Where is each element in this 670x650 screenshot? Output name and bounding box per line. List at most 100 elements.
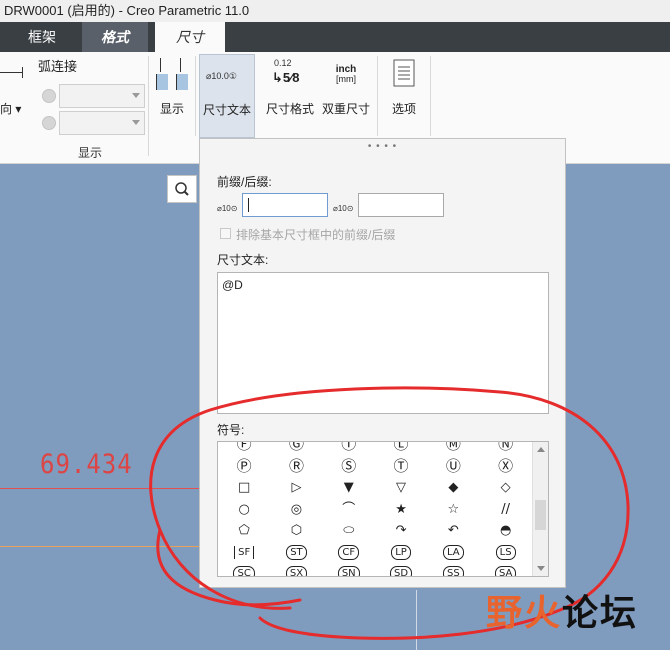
format-fraction-icon: ↳5⁄8 (272, 70, 300, 85)
symbol-triangle-down-filled[interactable]: ▼ (323, 477, 375, 499)
symbol-diamond[interactable]: ◇ (479, 477, 531, 499)
symbol-m[interactable]: Ⓜ (427, 442, 479, 456)
forum-watermark: 野火论坛 (486, 584, 638, 636)
symbol-concentric[interactable]: ◎ (270, 499, 322, 521)
symbol-l[interactable]: Ⓛ (375, 442, 427, 456)
dim-format-button-label: 尺寸格式 (265, 102, 314, 116)
symbol-sx-text: SX (285, 566, 308, 576)
options-button[interactable]: 选项 (384, 54, 424, 124)
tab-frame[interactable]: 框架 (18, 22, 66, 52)
symbol-sa-text: SA (494, 566, 517, 576)
symbol-sx[interactable]: SX (270, 563, 322, 576)
symbol-lp[interactable]: LP (375, 542, 427, 564)
chevron-down-icon (132, 93, 140, 98)
symbol-circle[interactable]: ○ (218, 499, 270, 521)
dual-dim-button[interactable]: inch [mm] 双重尺寸 (320, 54, 372, 124)
symbol-ss-text: SS (442, 566, 464, 576)
suffix-input[interactable] (358, 193, 444, 217)
symbol-ls-text: LS (495, 544, 516, 560)
symbol-f[interactable]: Ⓕ (218, 442, 270, 456)
symbol-sf[interactable]: SF (218, 542, 270, 564)
arc-combo-2[interactable] (59, 111, 145, 135)
symbol-p[interactable]: Ⓟ (218, 456, 270, 478)
symbol-square[interactable]: □ (218, 477, 270, 499)
dimension-line (0, 488, 199, 489)
direction-dropdown[interactable]: 向 ▾ (0, 100, 21, 117)
symbol-sd[interactable]: SD (375, 563, 427, 576)
symbol-sn-text: SN (337, 566, 360, 576)
radio-option-2[interactable] (42, 116, 56, 130)
symbol-arc[interactable]: ⌒ (323, 499, 375, 521)
scroll-thumb[interactable] (535, 500, 546, 530)
symbol-sc[interactable]: SC (218, 563, 270, 576)
arrow-style-icon[interactable] (0, 67, 23, 78)
ribbon-divider (195, 56, 196, 136)
symbol-star-filled[interactable]: ★ (375, 499, 427, 521)
options-button-label: 选项 (391, 102, 416, 116)
symbol-st-text: ST (286, 544, 307, 560)
symbol-ls[interactable]: LS (479, 542, 531, 564)
symbol-hexagon[interactable]: ⬡ (270, 520, 322, 542)
symbol-sa[interactable]: SA (479, 563, 531, 576)
prefix-suffix-label: 前缀/后缀: (217, 175, 272, 189)
symbol-i[interactable]: Ⓘ (323, 442, 375, 456)
symbol-st[interactable]: ST (270, 542, 322, 564)
extension-line (0, 546, 199, 547)
symbol-pentagon[interactable]: ⬠ (218, 520, 270, 542)
scroll-up-icon[interactable] (537, 447, 545, 452)
symbol-sn[interactable]: SN (323, 563, 375, 576)
arc-connect-label: 弧连接 (38, 59, 78, 74)
options-document-icon (393, 59, 415, 87)
format-decimal-icon: 0.12 (274, 58, 292, 68)
dim-text-button[interactable]: ⌀10.0① 尺寸文本 (199, 54, 255, 138)
symbol-cf-text: CF (338, 544, 360, 560)
symbol-t[interactable]: Ⓣ (375, 456, 427, 478)
exclude-checkbox[interactable] (220, 228, 231, 239)
dim-text-icon: ⌀10.0① (206, 71, 238, 81)
text-caret (248, 198, 249, 212)
symbol-g[interactable]: Ⓖ (270, 442, 322, 456)
prefix-icon: ⌀10⊙ (217, 204, 238, 213)
tab-dimension[interactable]: 尺寸 (155, 22, 225, 52)
display-button-label: 显示 (159, 102, 184, 116)
radio-option-1[interactable] (42, 89, 56, 103)
prefix-input[interactable] (242, 193, 328, 217)
symbol-lp-text: LP (391, 544, 411, 560)
symbol-ss[interactable]: SS (427, 563, 479, 576)
symbol-r[interactable]: Ⓡ (270, 456, 322, 478)
dim-text-field[interactable]: @D (217, 272, 549, 414)
mm-icon: [mm] (336, 74, 356, 84)
symbol-sf-text: SF (234, 545, 255, 559)
symbol-scrollbar[interactable] (532, 442, 548, 576)
symbol-cf[interactable]: CF (323, 542, 375, 564)
symbol-diamond-filled[interactable]: ◆ (427, 477, 479, 499)
symbol-triangle-right[interactable]: ▷ (270, 477, 322, 499)
arc-combo-1[interactable] (59, 84, 145, 108)
symbol-parallel[interactable]: // (479, 499, 531, 521)
dim-text-panel: • • • • 前缀/后缀: ⌀10⊙ ⌀10⊙ 排除基本尺寸框中的前缀/后缀 … (199, 138, 566, 588)
symbol-x[interactable]: Ⓧ (479, 456, 531, 478)
symbol-star[interactable]: ☆ (427, 499, 479, 521)
symbol-arrow-cw[interactable]: ↷ (375, 520, 427, 542)
zoom-button[interactable] (167, 175, 197, 203)
panel-grip[interactable]: • • • • (200, 141, 565, 152)
symbol-la[interactable]: LA (427, 542, 479, 564)
symbol-s[interactable]: Ⓢ (323, 456, 375, 478)
scroll-down-icon[interactable] (537, 566, 545, 571)
ribbon-divider (430, 56, 431, 136)
display-button[interactable]: 显示 (152, 54, 192, 124)
symbol-ellipse[interactable]: ⬭ (323, 520, 375, 542)
symbol-half-circle[interactable]: ◓ (479, 520, 531, 542)
symbol-u[interactable]: Ⓤ (427, 456, 479, 478)
dual-dim-button-label: 双重尺寸 (321, 102, 370, 116)
symbols-label: 符号: (217, 423, 245, 437)
format-fraction-text: 5⁄8 (282, 70, 300, 85)
dim-text-button-label: 尺寸文本 (202, 103, 251, 117)
tab-format[interactable]: 格式 (82, 22, 148, 52)
symbol-n[interactable]: Ⓝ (479, 442, 531, 456)
ribbon-tabs: 框架 格式 尺寸 (0, 22, 670, 52)
symbol-triangle-down[interactable]: ▽ (375, 477, 427, 499)
dimension-value[interactable]: 69.434 (40, 449, 133, 480)
dim-format-button[interactable]: 0.12 ↳5⁄8 尺寸格式 (262, 54, 318, 124)
symbol-arrow-ccw[interactable]: ↶ (427, 520, 479, 542)
